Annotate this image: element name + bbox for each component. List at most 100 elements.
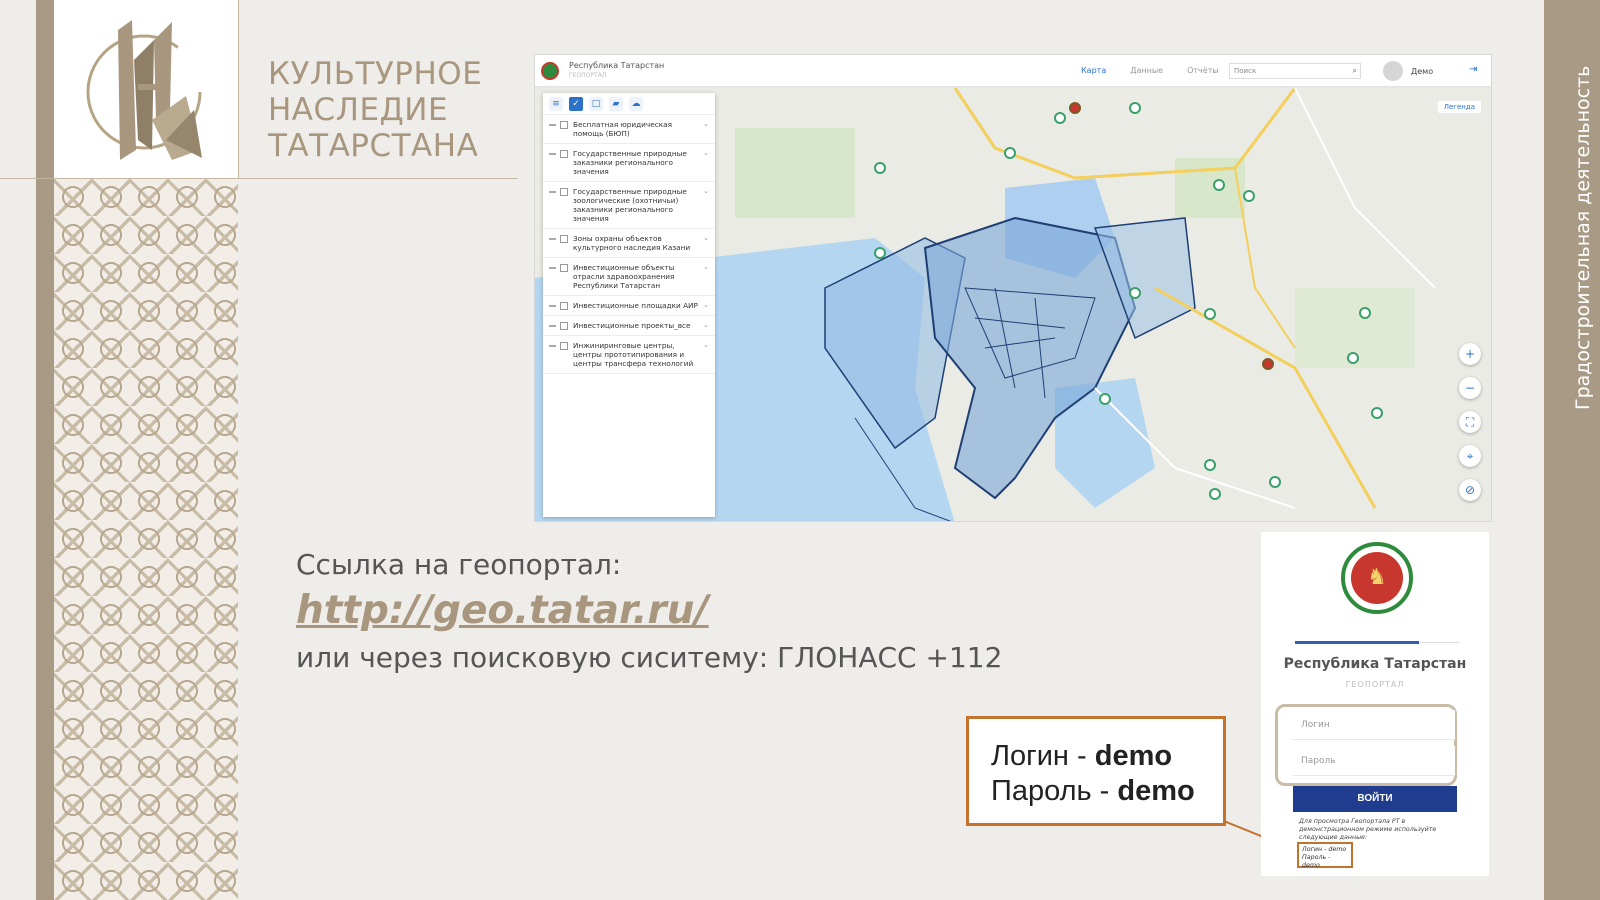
- login-title: Республика Татарстан: [1283, 656, 1467, 672]
- layer-label: Государственные природные зоологические …: [573, 187, 687, 223]
- password-label: Пароль -: [991, 775, 1118, 807]
- layer-checkbox[interactable]: [560, 188, 568, 196]
- emblem-center: ♞: [1351, 552, 1403, 604]
- tatarstan-emblem-icon: [541, 62, 559, 80]
- side-band-text: Градостроительная деятельность: [1572, 65, 1594, 410]
- layer-label: Инжиниринговые центры, центры прототипир…: [573, 341, 694, 368]
- logout-icon[interactable]: ⇥: [1469, 64, 1477, 75]
- password-placeholder: Пароль: [1301, 756, 1336, 766]
- nav-tab-map[interactable]: Карта: [1081, 66, 1106, 75]
- user-name[interactable]: Демо: [1411, 67, 1433, 76]
- drag-handle-icon[interactable]: [549, 267, 556, 269]
- tatarstan-emblem-icon: ♞: [1341, 542, 1413, 614]
- list-icon[interactable]: ≡: [549, 97, 563, 111]
- layer-item[interactable]: Зоны охраны объектов культурного наследи…: [543, 229, 715, 258]
- login-placeholder: Логин: [1301, 720, 1330, 730]
- divider-vertical: [238, 0, 239, 178]
- ornament-pattern: [54, 178, 238, 900]
- layer-label: Инвестиционные площадки АИР: [573, 301, 698, 310]
- compass-icon[interactable]: ⊘: [1459, 479, 1481, 501]
- chevron-down-icon[interactable]: ⌄: [703, 341, 709, 350]
- zoom-in-icon[interactable]: +: [1459, 343, 1481, 365]
- credentials-callout: Логин - demo Пароль - demo: [966, 716, 1226, 826]
- drag-handle-icon[interactable]: [549, 191, 556, 193]
- password-value: demo: [1117, 775, 1195, 807]
- geoportal-alternative-access: или через поисковую сиситему: ГЛОНАСС +1…: [296, 641, 1003, 674]
- layer-checkbox[interactable]: [560, 302, 568, 310]
- layers-toolbar: ≡ ✓ □ ▰ ☁: [543, 93, 715, 115]
- layer-checkbox[interactable]: [560, 264, 568, 272]
- login-input[interactable]: Логин: [1293, 710, 1455, 740]
- layer-item[interactable]: Инжиниринговые центры, центры прототипир…: [543, 336, 715, 374]
- search-icon[interactable]: ⌕: [1353, 66, 1357, 76]
- layer-checkbox[interactable]: [560, 150, 568, 158]
- divider-horizontal: [0, 178, 518, 179]
- zoom-out-icon[interactable]: −: [1459, 377, 1481, 399]
- demo-password-text: Пароль - demo: [1302, 854, 1331, 869]
- layer-item[interactable]: Бесплатная юридическая помощь (БЮП) ⌄: [543, 115, 715, 144]
- chevron-down-icon[interactable]: ⌄: [703, 263, 709, 272]
- nav-tab-data[interactable]: Данные: [1130, 66, 1163, 75]
- geoportal-search-input[interactable]: Поиск ⌕: [1229, 63, 1361, 79]
- left-decor-stripe: [36, 0, 54, 900]
- legend-button[interactable]: Легенда: [1437, 101, 1481, 113]
- geoportal-region-sub: ГЕОПОРТАЛ: [569, 72, 607, 79]
- layer-checkbox[interactable]: [560, 322, 568, 330]
- leopard-icon: ♞: [1367, 565, 1387, 590]
- user-avatar[interactable]: [1383, 61, 1403, 81]
- layer-checkbox[interactable]: [560, 235, 568, 243]
- search-placeholder: Поиск: [1234, 67, 1257, 75]
- layer-label: Бесплатная юридическая помощь (БЮП): [573, 120, 672, 138]
- layer-checkbox[interactable]: [560, 342, 568, 350]
- credentials-login-line: Логин - demo: [991, 739, 1223, 774]
- login-demo-note: Для просмотра Геопортала РТ в демонстрац…: [1299, 818, 1437, 841]
- folder-icon[interactable]: ▰: [609, 97, 623, 111]
- chevron-down-icon[interactable]: ⌄: [703, 149, 709, 158]
- nav-tab-reports[interactable]: Отчёты: [1187, 66, 1219, 75]
- chevron-down-icon[interactable]: ⌄: [703, 301, 709, 310]
- geoportal-region-name: Республика Татарстан: [569, 61, 665, 70]
- drag-handle-icon[interactable]: [549, 153, 556, 155]
- credentials-password-line: Пароль - demo: [991, 774, 1223, 809]
- location-pin-icon[interactable]: ⌖: [1459, 445, 1481, 467]
- geoportal-screenshot: Республика Татарстан ГЕОПОРТАЛ Карта Дан…: [534, 54, 1492, 522]
- checkbox-icon[interactable]: ✓: [569, 97, 583, 111]
- drag-handle-icon[interactable]: [549, 124, 556, 126]
- login-value: demo: [1094, 740, 1173, 772]
- square-icon[interactable]: □: [589, 97, 603, 111]
- layers-panel: ≡ ✓ □ ▰ ☁ Бесплатная юридическая помощь …: [543, 93, 715, 517]
- geoportal-header: Республика Татарстан ГЕОПОРТАЛ Карта Дан…: [535, 55, 1491, 87]
- chevron-down-icon[interactable]: ⌄: [703, 120, 709, 129]
- login-demo-credentials: Логин - demo Пароль - demo: [1297, 842, 1353, 869]
- geoportal-region: Республика Татарстан ГЕОПОРТАЛ: [569, 61, 679, 80]
- layer-item[interactable]: Инвестиционные объекты отрасли здравоохр…: [543, 258, 715, 296]
- drag-handle-icon[interactable]: [549, 325, 556, 327]
- login-subtitle: ГЕОПОРТАЛ: [1345, 680, 1405, 689]
- login-tab-indicator: [1295, 641, 1419, 644]
- layer-label: Инвестиционные проекты_все: [573, 321, 691, 330]
- login-submit-button[interactable]: ВОЙТИ: [1293, 786, 1457, 812]
- layer-label: Государственные природные заказники реги…: [573, 149, 687, 176]
- chevron-down-icon[interactable]: ⌄: [703, 234, 709, 243]
- drag-handle-icon[interactable]: [549, 238, 556, 240]
- password-input[interactable]: Пароль: [1293, 746, 1455, 776]
- layer-item[interactable]: Инвестиционные площадки АИР ⌄: [543, 296, 715, 316]
- layer-item[interactable]: Государственные природные заказники реги…: [543, 144, 715, 182]
- layer-item[interactable]: Инвестиционные проекты_все ⌄: [543, 316, 715, 336]
- demo-login-text: Логин - demo: [1302, 846, 1347, 853]
- fullscreen-icon[interactable]: ⛶: [1459, 411, 1481, 433]
- chevron-down-icon[interactable]: ⌄: [703, 321, 709, 330]
- geoportal-link[interactable]: http://geo.tatar.ru/: [296, 588, 709, 633]
- layer-checkbox[interactable]: [560, 121, 568, 129]
- brand-title: КУЛЬТУРНОЕ НАСЛЕДИЕ ТАТАРСТАНА: [268, 56, 483, 164]
- drag-handle-icon[interactable]: [549, 305, 556, 307]
- brand-logo-icon: [86, 20, 202, 160]
- layer-item[interactable]: Государственные природные зоологические …: [543, 182, 715, 229]
- chevron-down-icon[interactable]: ⌄: [703, 187, 709, 196]
- layer-label: Инвестиционные объекты отрасли здравоохр…: [573, 263, 675, 290]
- cloud-icon[interactable]: ☁: [629, 97, 643, 111]
- geoportal-link-heading: Ссылка на геопортал:: [296, 548, 622, 581]
- drag-handle-icon[interactable]: [549, 345, 556, 347]
- layer-label: Зоны охраны объектов культурного наследи…: [573, 234, 691, 252]
- login-label: Логин -: [991, 740, 1095, 772]
